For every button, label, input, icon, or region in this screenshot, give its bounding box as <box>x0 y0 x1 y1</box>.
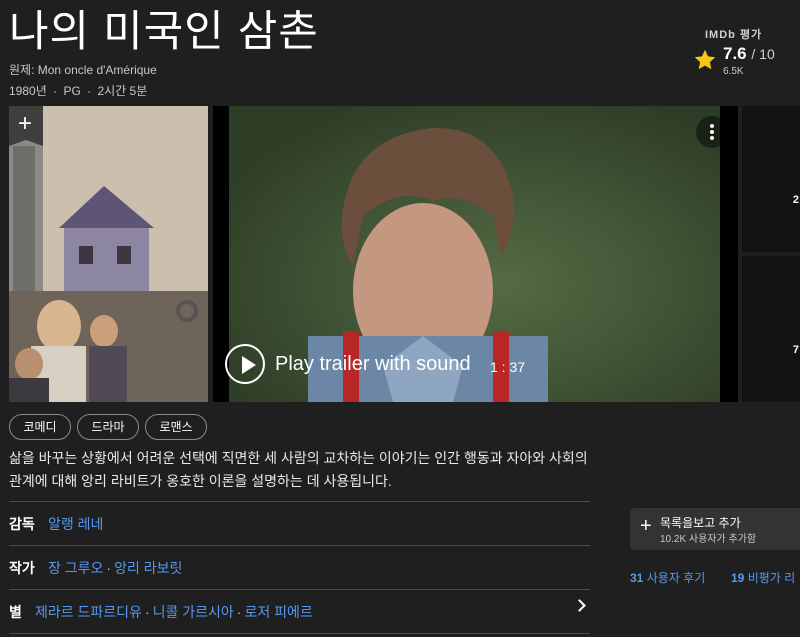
writer-label: 작가 <box>9 560 35 576</box>
separator: · <box>236 604 242 620</box>
add-to-watchlist-cta[interactable]: + 목록을보고 추가 10.2K 사용자가 추가함 <box>630 508 800 550</box>
plot-summary: 삶을 바꾸는 상황에서 어려운 선택에 직면한 세 사람의 교차하는 이야기는 … <box>9 450 588 489</box>
writer-link[interactable]: 앙리 라보릿 <box>114 560 182 576</box>
divider <box>9 589 590 590</box>
plus-icon: + <box>18 110 33 137</box>
stars-label: 별 <box>9 604 22 620</box>
chevron-right-icon[interactable] <box>573 599 586 612</box>
content-rating[interactable]: PG <box>63 84 80 98</box>
separator: · <box>106 560 112 576</box>
photos-count: 7 <box>792 344 799 356</box>
trailer-duration: 1 : 37 <box>490 359 526 375</box>
original-title: 원제: Mon oncle d'Amérique <box>9 63 157 77</box>
plus-icon: + <box>640 515 652 537</box>
user-review-label: 사용자 후기 <box>646 571 706 585</box>
more-dots <box>710 124 714 140</box>
critic-review-count: 19 <box>731 571 745 585</box>
user-reviews-link[interactable]: 31 사용자 후기 <box>630 569 705 586</box>
page-title: 나의 미국인 삼촌 <box>9 8 319 56</box>
poster-illustration <box>9 106 208 402</box>
writer-link[interactable]: 장 그루오 <box>48 560 103 576</box>
divider <box>9 545 590 546</box>
watchlist-subtitle: 10.2K 사용자가 추가함 <box>660 534 757 545</box>
critic-reviews-link[interactable]: 19 비평가 리 <box>731 569 795 586</box>
director-label: 감독 <box>9 516 35 532</box>
title-meta: 1980년 · PG · 2시간 5분 <box>9 82 147 99</box>
star-icon[interactable] <box>693 48 717 72</box>
writer-list: 장 그루오 · 앙리 라보릿 <box>48 558 182 578</box>
trailer-video[interactable]: Play trailer with sound 1 : 37 <box>213 106 738 402</box>
imdb-vote-count: 6.5K <box>723 66 744 77</box>
star-link[interactable]: 제라르 드파르디유 <box>35 604 142 620</box>
director-link[interactable]: 알랭 레네 <box>48 514 103 534</box>
release-year[interactable]: 1980년 <box>9 84 47 98</box>
separator: · <box>53 84 58 98</box>
imdb-score-outof: / 10 <box>751 46 775 62</box>
videos-thumbnail[interactable]: 2 <box>742 106 800 252</box>
poster[interactable]: + <box>9 106 208 402</box>
runtime: 2시간 5분 <box>97 84 148 98</box>
imdb-score[interactable]: 7.6 / 10 <box>723 44 775 64</box>
add-to-watchlist-button[interactable]: + <box>9 106 43 146</box>
genre-chip-comedy[interactable]: 코메디 <box>9 414 71 440</box>
stars-list: 제라르 드파르디유 · 니콜 가르시아 · 로저 피에르 <box>35 602 313 622</box>
user-review-count: 31 <box>630 571 644 585</box>
more-vertical-icon[interactable] <box>696 116 728 148</box>
play-trailer-label[interactable]: Play trailer with sound <box>275 353 471 376</box>
divider <box>9 501 590 502</box>
genre-chip-romance[interactable]: 로맨스 <box>145 414 207 440</box>
videos-count: 2 <box>792 194 799 206</box>
watchlist-title: 목록을보고 추가 <box>660 516 741 530</box>
divider <box>9 633 590 634</box>
critic-review-label: 비평가 리 <box>747 571 796 585</box>
genre-chip-drama[interactable]: 드라마 <box>77 414 139 440</box>
photos-thumbnail[interactable]: 7 <box>742 256 800 402</box>
separator: · <box>144 604 150 620</box>
imdb-rating-label: IMDb 평가 <box>705 29 763 41</box>
imdb-score-value: 7.6 <box>723 44 747 63</box>
star-link[interactable]: 로저 피에르 <box>244 604 312 620</box>
separator: · <box>87 84 92 98</box>
star-link[interactable]: 니콜 가르시아 <box>153 604 234 620</box>
letterbox-right <box>720 106 738 402</box>
play-icon[interactable] <box>225 344 265 384</box>
